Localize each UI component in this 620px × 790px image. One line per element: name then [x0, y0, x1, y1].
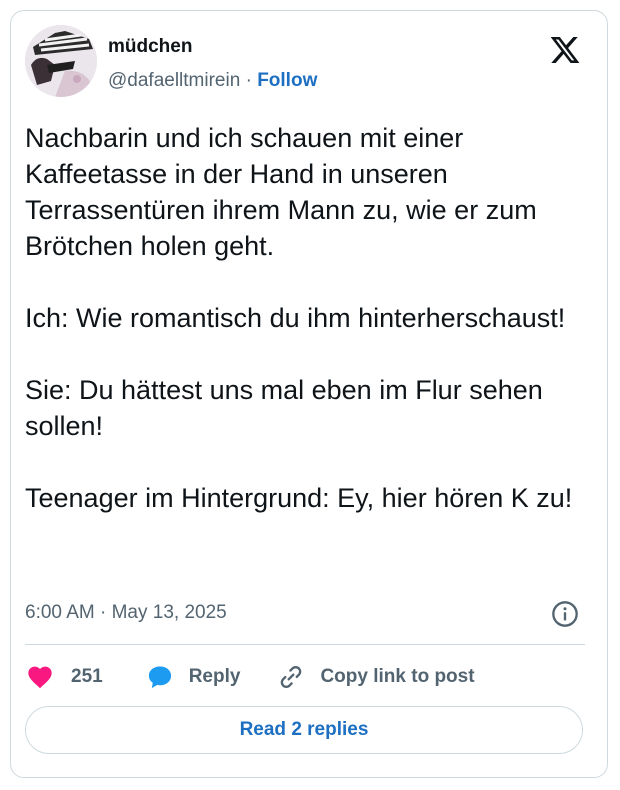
display-name[interactable]: müdchen: [108, 36, 192, 58]
reply-bubble-icon: [148, 666, 171, 689]
user-handle[interactable]: @dafaelltmirein: [108, 70, 240, 91]
follow-button[interactable]: Follow: [257, 70, 317, 91]
tweet-paragraph: Nachbarin und ich schauen mit einer Kaff…: [25, 123, 537, 261]
separator-dot: ·: [245, 70, 252, 91]
link-icon: [281, 666, 302, 688]
reply-button[interactable]: Reply: [145, 663, 241, 691]
action-bar: 251 Reply Copy link to post: [25, 660, 475, 694]
tweet-paragraph: Ich: Wie romantisch du ihm hinterherscha…: [25, 303, 566, 333]
tweet-paragraph: Sie: Du hättest uns mal eben im Flur seh…: [25, 375, 543, 441]
like-count: 251: [71, 666, 103, 687]
read-replies-label: Read 2 replies: [239, 719, 369, 740]
read-replies-button[interactable]: Read 2 replies: [25, 706, 583, 754]
info-icon[interactable]: [551, 600, 579, 628]
timestamp[interactable]: 6:00 AM · May 13, 2025: [25, 602, 227, 624]
handle-row: @dafaelltmirein · Follow: [108, 70, 317, 92]
tweet-text: Nachbarin und ich schauen mit einer Kaff…: [25, 120, 585, 516]
copy-link-button[interactable]: Copy link to post: [276, 663, 475, 691]
x-logo-icon[interactable]: [548, 34, 582, 66]
divider: [25, 644, 585, 645]
heart-icon: [28, 666, 52, 689]
like-button[interactable]: 251: [25, 663, 103, 691]
avatar[interactable]: [25, 25, 97, 97]
reply-label: Reply: [188, 666, 241, 687]
copy-link-label: Copy link to post: [320, 666, 475, 687]
tweet-paragraph: Teenager im Hintergrund: Ey, hier hören …: [25, 483, 573, 513]
